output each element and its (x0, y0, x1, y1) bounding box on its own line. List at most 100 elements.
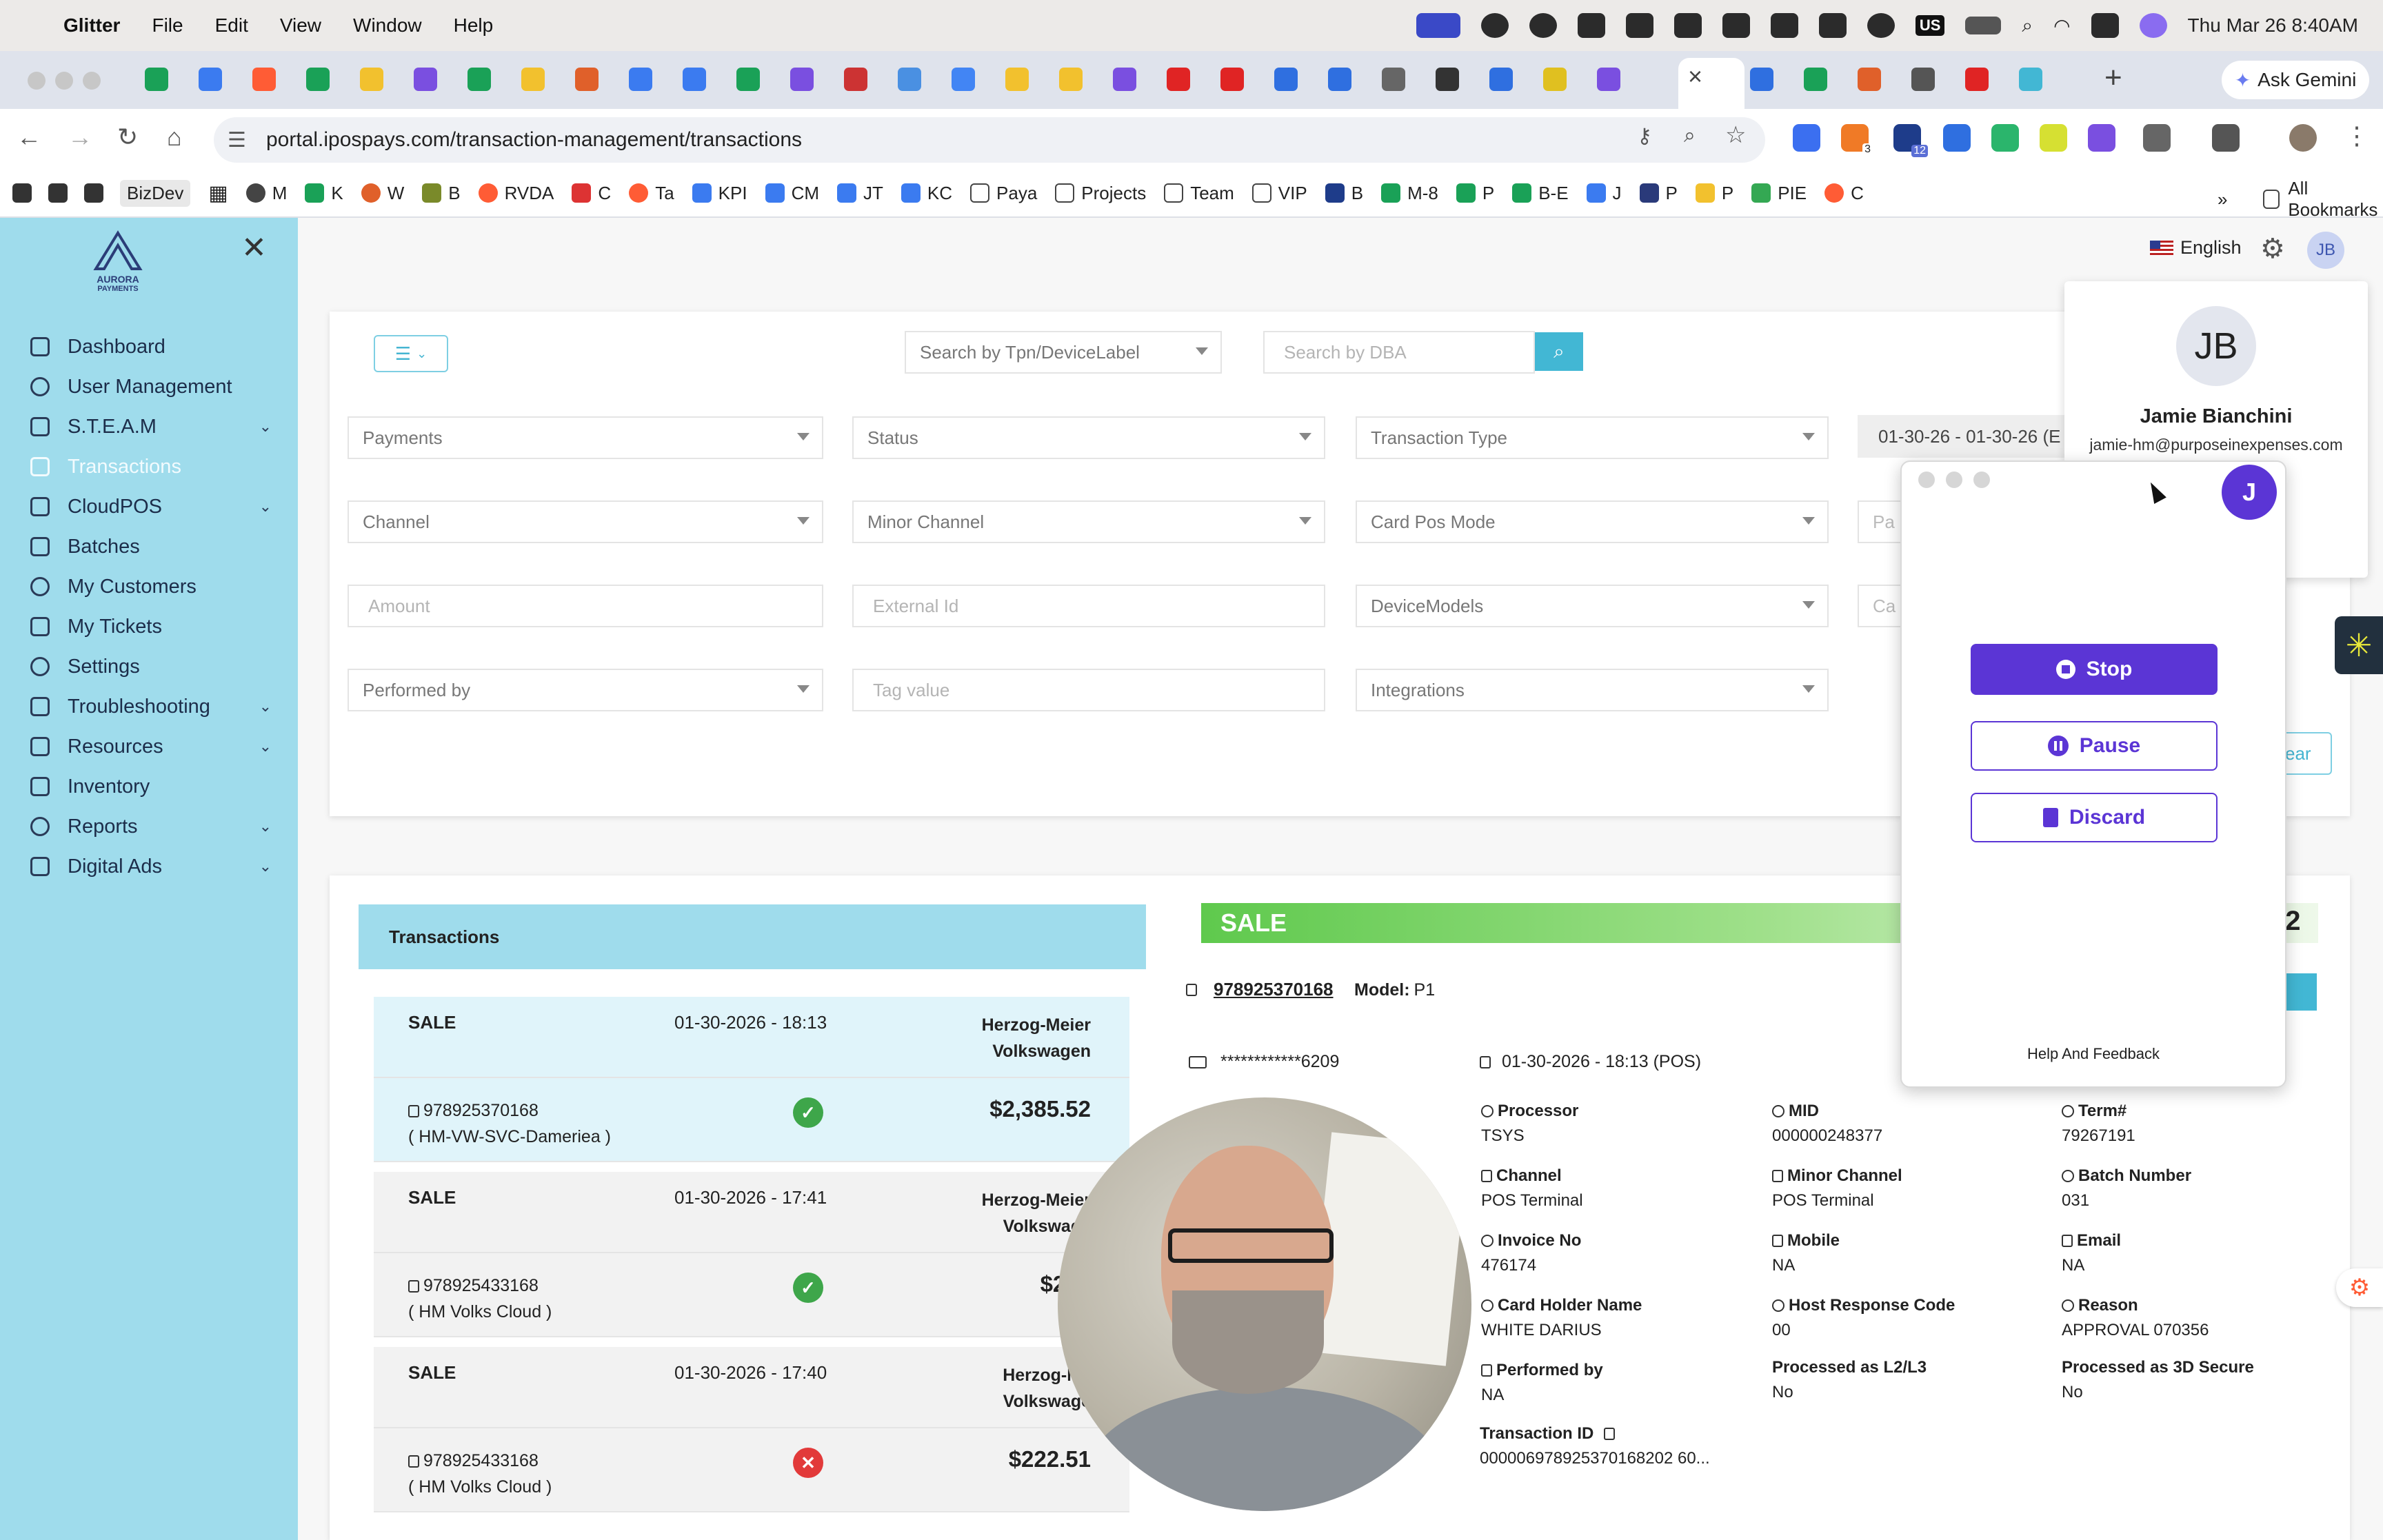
tab-favicon-icon[interactable] (414, 68, 437, 91)
forward-icon[interactable]: → (68, 123, 92, 152)
hubspot-side-icon[interactable]: ⚙ (2336, 1268, 2383, 1307)
sidebar-item-steam[interactable]: S.T.E.A.M ⌄ (30, 409, 272, 445)
tab-favicon-icon[interactable] (1543, 68, 1567, 91)
password-key-icon[interactable]: ⚷ (1637, 124, 1652, 148)
bookmark-m[interactable]: M (245, 183, 287, 204)
view-toggle-button[interactable]: ☰ ⌄ (374, 335, 448, 372)
bookmark-be[interactable]: B-E (1512, 183, 1569, 204)
bookmark-jt[interactable]: JT (837, 183, 883, 204)
menu-window[interactable]: Window (353, 14, 422, 37)
sidebar-item-settings[interactable]: Settings (30, 649, 272, 685)
tray-icon-6[interactable] (1673, 13, 1702, 38)
sidebar-item-reports[interactable]: Reports ⌄ (30, 809, 272, 844)
bookmark-p[interactable]: P (1456, 183, 1494, 204)
search-button[interactable]: ⌕ (1535, 332, 1583, 371)
recorder-minimize-button[interactable] (1946, 472, 1962, 488)
play-tray-icon[interactable] (1867, 13, 1895, 38)
tab-favicon-icon[interactable] (898, 68, 921, 91)
tab-favicon-icon[interactable] (521, 68, 545, 91)
zoom-icon[interactable]: ⌕ (1684, 124, 1696, 148)
tpn-search-select[interactable]: Search by Tpn/DeviceLabel (905, 331, 1222, 374)
sidebar-item-transactions[interactable]: Transactions (30, 449, 272, 485)
apps-grid-icon[interactable]: ▦ (208, 181, 228, 205)
address-bar[interactable]: portal.ipospays.com/transaction-manageme… (214, 117, 1765, 163)
bookmark-c2[interactable]: C (1824, 183, 1864, 204)
recorder-zoom-button[interactable] (1973, 472, 1990, 488)
bookmark-icon[interactable] (12, 183, 32, 203)
tray-icon-3[interactable] (1529, 13, 1557, 38)
tab-favicon-icon[interactable] (1220, 68, 1244, 91)
tab-favicon-icon[interactable] (844, 68, 867, 91)
sidebar-item-my-tickets[interactable]: My Tickets (30, 609, 272, 645)
menu-app-name[interactable]: Glitter (63, 14, 120, 37)
new-tab-button[interactable]: + (2104, 61, 2122, 95)
all-bookmarks[interactable]: » All Bookmarks (2218, 178, 2383, 221)
transaction-type-select[interactable]: Transaction Type (1356, 416, 1829, 459)
payments-select[interactable]: Payments (348, 416, 823, 459)
tray-icon-8[interactable] (1770, 13, 1798, 38)
recorder-close-button[interactable] (1918, 472, 1935, 488)
tab-favicon-icon[interactable] (1113, 68, 1136, 91)
help-feedback-link[interactable]: Help And Feedback (1900, 1045, 2286, 1063)
integrations-select[interactable]: Integrations (1356, 669, 1829, 711)
bookmark-kpi[interactable]: KPI (692, 183, 747, 204)
bookmark-pie-p[interactable]: P (1695, 183, 1733, 204)
tab-favicon-icon[interactable] (1965, 68, 1989, 91)
profile-avatar-icon[interactable] (2289, 124, 2317, 152)
date-range-picker[interactable]: 01-30-26 - 01-30-26 (E (1858, 415, 2064, 458)
discard-recording-button[interactable]: Discard (1971, 793, 2218, 842)
menu-file[interactable]: File (152, 14, 183, 37)
pause-recording-button[interactable]: Pause (1971, 721, 2218, 771)
tab-favicon-icon[interactable] (1597, 68, 1620, 91)
bookmark-pie[interactable]: PIE (1751, 183, 1807, 204)
zoom-extension-icon[interactable] (1793, 124, 1820, 152)
bookmark-rvda[interactable]: RVDA (478, 183, 554, 204)
tab-favicon-icon[interactable] (1274, 68, 1298, 91)
tab-favicon-icon[interactable] (1059, 68, 1083, 91)
tab-favicon-icon[interactable] (467, 68, 491, 91)
copy-icon[interactable] (1604, 1428, 1616, 1440)
tab-favicon-icon[interactable] (952, 68, 975, 91)
bookmark-icon[interactable] (48, 183, 68, 203)
tab-favicon-icon[interactable] (360, 68, 383, 91)
siri-icon[interactable] (2139, 13, 2167, 38)
extensions-puzzle-icon[interactable] (2143, 124, 2171, 152)
tab-favicon-icon[interactable] (199, 68, 222, 91)
menu-edit[interactable]: Edit (215, 14, 248, 37)
bookmark-b[interactable]: B (422, 183, 461, 204)
extension-icon-7[interactable] (2088, 124, 2115, 152)
amount-input[interactable]: Amount (348, 585, 823, 627)
bookmark-b2[interactable]: B (1325, 183, 1363, 204)
tab-favicon-icon[interactable] (1489, 68, 1513, 91)
bookmark-p2[interactable]: P (1639, 183, 1678, 204)
tray-icon-7[interactable] (1722, 13, 1750, 38)
bookmark-folder-paya[interactable]: Paya (970, 183, 1037, 204)
extension-icon-2[interactable]: 3 (1841, 124, 1873, 156)
tab-favicon-icon[interactable] (629, 68, 652, 91)
transaction-row[interactable]: SALE 01-30-2026 - 17:41 Herzog-Meier Vol… (374, 1172, 1129, 1337)
menubar-clock[interactable]: Thu Mar 26 8:40AM (2188, 14, 2358, 37)
tab-close-icon[interactable]: × (1688, 62, 1702, 91)
tab-favicon-icon[interactable] (252, 68, 276, 91)
bluetooth-icon[interactable] (1818, 13, 1847, 38)
webcam-bubble[interactable] (1058, 1097, 1471, 1511)
sidebar-item-user-management[interactable]: User Management (30, 369, 272, 405)
bookmark-c[interactable]: C (572, 183, 611, 204)
detail-tpn-link[interactable]: 978925370168 (1214, 979, 1334, 1000)
settings-gear-icon[interactable]: ⚙ (2260, 233, 2285, 265)
sidebar-item-dashboard[interactable]: Dashboard (30, 329, 272, 365)
screen-record-tray-icon[interactable] (1416, 13, 1460, 38)
bookmark-cm[interactable]: CM (765, 183, 819, 204)
bookmark-ta[interactable]: Ta (629, 183, 674, 204)
bookmark-j[interactable]: J (1586, 183, 1622, 204)
tab-favicon-icon[interactable] (736, 68, 760, 91)
tray-icon-5[interactable] (1625, 13, 1653, 38)
zapier-side-icon[interactable]: ✳ (2335, 616, 2383, 674)
tab-favicon-icon[interactable] (1911, 68, 1935, 91)
tag-value-input[interactable]: Tag value (852, 669, 1325, 711)
bookmark-k[interactable]: K (305, 183, 343, 204)
stats-tray-icon[interactable] (1577, 13, 1605, 38)
site-settings-icon[interactable]: ☰ (228, 128, 246, 152)
grammarly-tray-icon[interactable] (1480, 13, 1509, 38)
tab-favicon-icon[interactable] (1750, 68, 1773, 91)
